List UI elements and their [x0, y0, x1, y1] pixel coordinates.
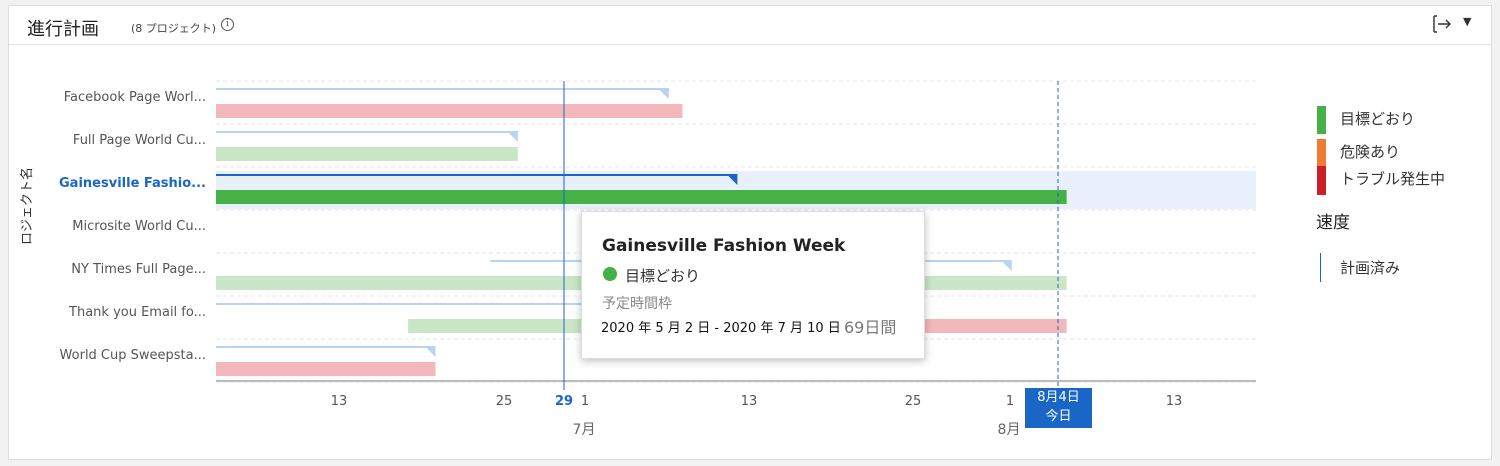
x-tick-label: 13 [1165, 394, 1183, 409]
tooltip-title: Gainesville Fashion Week [602, 236, 846, 256]
planned-end-marker [424, 346, 436, 357]
planned-bar[interactable] [216, 174, 738, 176]
x-tick-label: 13 [740, 394, 758, 409]
actual-bar[interactable] [216, 147, 518, 161]
legend-label-at_risk[interactable]: 危険あり [1340, 141, 1400, 162]
month-label: 8月 [997, 422, 1021, 438]
planned-legend-line [1320, 253, 1321, 282]
planned-legend-label: 計画済み [1340, 259, 1401, 277]
legend-swatch-on_track [1317, 106, 1326, 134]
actual-bar[interactable] [216, 190, 1067, 204]
project-row-label[interactable]: Full Page World Cu... [73, 133, 206, 148]
x-tick-label: 13 [330, 394, 348, 409]
x-tick-label: 25 [904, 394, 922, 409]
actual-bar[interactable] [216, 104, 683, 118]
x-tick-label: 1 [580, 394, 590, 409]
project-row-label[interactable]: Facebook Page Worl... [64, 90, 206, 105]
legend-swatch-at_risk [1317, 139, 1326, 167]
planned-bar[interactable] [216, 88, 669, 90]
tooltip-date-range: 2020 年 5 月 2 日 - 2020 年 7 月 10 日 [601, 321, 841, 336]
x-tick-label: 1 [1005, 394, 1015, 409]
planned-bar[interactable] [216, 131, 518, 133]
actual-bar[interactable] [216, 362, 436, 376]
project-row-label[interactable]: NY Times Full Page... [71, 262, 206, 277]
tooltip-duration: 69日間 [844, 318, 897, 337]
planned-end-marker [1000, 260, 1012, 271]
project-row-label[interactable]: World Cup Sweepsta... [60, 348, 206, 363]
legend-label-on_track[interactable]: 目標どおり [1340, 108, 1415, 129]
today-marker: 8月4日 今日 [1025, 388, 1092, 428]
legend-swatch-trouble [1317, 166, 1326, 195]
tooltip-status: 目標どおり [625, 267, 701, 285]
project-row-label[interactable]: Gainesville Fashio... [59, 176, 206, 191]
legend-label-trouble[interactable]: トラブル発生中 [1340, 168, 1445, 189]
velocity-heading: 速度 [1316, 213, 1350, 233]
x-tick-label: 25 [495, 394, 513, 409]
project-row-label[interactable]: Thank you Email fo... [69, 305, 206, 320]
tooltip-timeframe-label: 予定時間枠 [602, 296, 672, 312]
month-label: 7月 [572, 422, 596, 438]
planned-bar[interactable] [216, 346, 436, 348]
x-tick-label: 29 [554, 394, 574, 409]
status-dot-icon [603, 267, 617, 281]
project-tooltip: Gainesville Fashion Week 目標どおり 予定時間枠 202… [581, 211, 925, 359]
planned-end-marker [657, 88, 669, 99]
project-row-label[interactable]: Microsite World Cu... [72, 219, 206, 234]
